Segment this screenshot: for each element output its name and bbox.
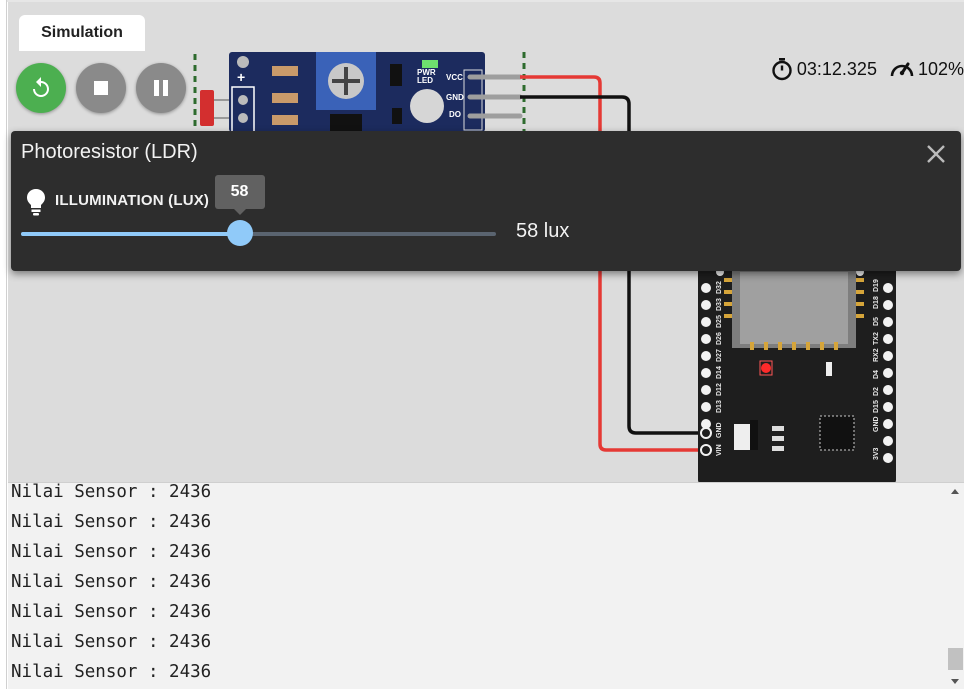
svg-text:D15: D15 [873,400,880,413]
ldr-sensor [200,90,214,126]
serial-line: Nilai Sensor : 2436 [11,542,212,562]
wokwi-simulator: Simulation + PWR LED VCC GND DO D32 D33 … [0,0,964,689]
scroll-down-arrow-icon[interactable] [951,679,959,684]
svg-text:D5: D5 [873,317,880,326]
plus-label: + [237,69,245,85]
illumination-value: 58 lux [516,220,570,242]
svg-text:D33: D33 [716,298,723,311]
serial-monitor[interactable]: Nilai Sensor : 2436 Nilai Sensor : 2436 Ni… [8,482,964,689]
stop-icon [94,81,108,95]
speedometer-icon [890,62,914,77]
speed: 102% [889,57,964,81]
pin-label-gnd: GND [446,93,464,102]
serial-line: Nilai Sensor : 2436 [11,482,212,502]
serial-line: Nilai Sensor : 2436 [11,572,212,592]
pause-icon [154,80,168,96]
svg-text:D19: D19 [873,279,880,292]
serial-line: Nilai Sensor : 2436 [11,662,212,682]
serial-line: Nilai Sensor : 2436 [11,602,212,622]
svg-text:D4: D4 [873,370,880,379]
slider-fill [21,232,240,236]
svg-text:D2: D2 [873,387,880,396]
stopwatch-icon [772,58,792,81]
svg-text:D32: D32 [716,281,723,294]
simulation-status: 03:12.325 102% [770,56,964,82]
restart-button[interactable] [16,63,66,113]
panel-title: Photoresistor (LDR) [21,141,198,163]
serial-line: Nilai Sensor : 2436 [11,512,212,532]
restart-icon [33,77,49,97]
host-page-gutter [0,0,7,689]
serial-scrollbar[interactable] [947,483,964,689]
svg-text:D13: D13 [716,400,723,413]
esp32-board: D32 D33 D25 D26 D27 D14 D12 D13 GND VIN … [698,264,896,482]
svg-text:LED: LED [417,76,433,85]
scroll-thumb[interactable] [948,648,963,670]
svg-text:RX2: RX2 [873,348,880,362]
svg-text:3V3: 3V3 [873,447,880,460]
slider-value-tooltip: 58 [214,175,265,215]
svg-text:D26: D26 [716,332,723,345]
pause-button[interactable] [136,63,186,113]
svg-text:TX2: TX2 [873,332,880,345]
ldr-module: + PWR LED VCC GND DO [229,52,485,133]
svg-text:VIN: VIN [716,444,723,456]
serial-line: Nilai Sensor : 2436 [11,632,212,652]
svg-text:D18: D18 [873,296,880,309]
serial-output: Nilai Sensor : 2436 Nilai Sensor : 2436 Ni… [11,482,212,687]
pin-label-vcc: VCC [446,73,463,82]
illumination-slider[interactable] [21,232,496,236]
svg-text:D12: D12 [716,383,723,396]
svg-text:D25: D25 [716,315,723,328]
svg-text:GND: GND [716,422,723,438]
timer: 03:12.325 [770,57,877,81]
timer-value: 03:12.325 [796,58,877,79]
slider-thumb[interactable] [226,220,253,246]
speed-value: 102% [917,58,964,79]
svg-text:GND: GND [873,416,880,432]
lightbulb-icon [27,189,45,216]
svg-text:D14: D14 [716,366,723,379]
scroll-up-arrow-icon[interactable] [951,489,959,494]
illumination-label: ILLUMINATION (LUX) [55,192,210,209]
svg-text:D27: D27 [716,349,723,362]
stop-button[interactable] [76,63,126,113]
pin-label-do: DO [449,110,461,119]
ldr-control-panel: Photoresistor (LDR) ILLUMINATION (LUX) 5… [11,131,961,271]
close-icon[interactable] [925,143,947,165]
